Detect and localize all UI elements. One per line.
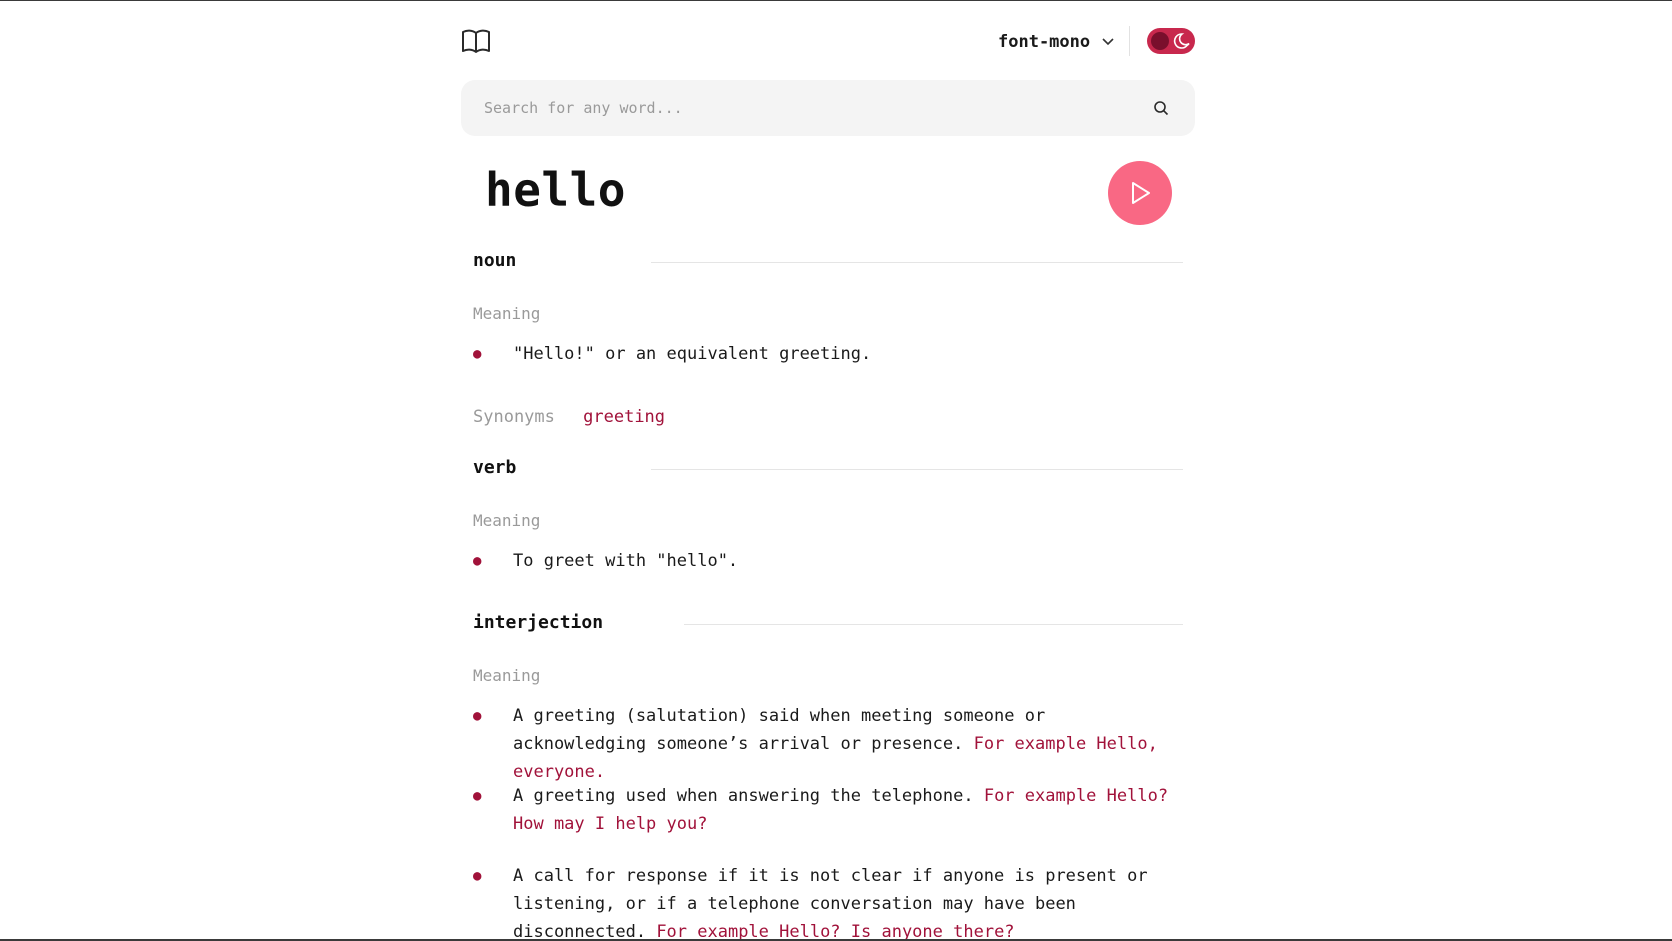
part-of-speech-verb: verb bbox=[473, 457, 1183, 483]
bullet-icon: ● bbox=[473, 346, 482, 362]
moon-icon bbox=[1173, 33, 1190, 49]
bullet-icon: ● bbox=[473, 788, 482, 804]
meaning-heading: Meaning bbox=[473, 304, 541, 323]
toggle-knob bbox=[1151, 32, 1169, 50]
font-selector[interactable]: font-mono bbox=[998, 28, 1114, 56]
part-of-speech-label: interjection bbox=[473, 612, 604, 633]
dictionary-page: font-mono hello noun Meaning ● bbox=[461, 0, 1195, 939]
definition-text: A greeting (salutation) said when meetin… bbox=[513, 702, 1173, 786]
part-of-speech-noun: noun bbox=[473, 250, 1183, 276]
part-of-speech-label: verb bbox=[473, 457, 517, 478]
meaning-heading: Meaning bbox=[473, 511, 541, 530]
meaning-heading: Meaning bbox=[473, 666, 541, 685]
part-of-speech-interjection: interjection bbox=[473, 612, 1183, 638]
definition-text: "Hello!" or an equivalent greeting. bbox=[513, 344, 872, 364]
synonym-link[interactable]: greeting bbox=[583, 407, 665, 427]
font-selector-label: font-mono bbox=[998, 32, 1091, 52]
section-divider bbox=[684, 624, 1183, 625]
header: font-mono bbox=[461, 22, 1195, 60]
definition-text: A call for response if it is not clear i… bbox=[513, 862, 1173, 939]
section-divider bbox=[651, 262, 1183, 263]
play-pronunciation-button[interactable] bbox=[1108, 161, 1172, 225]
bullet-icon: ● bbox=[473, 868, 482, 884]
word-title: hello bbox=[485, 163, 626, 217]
header-divider bbox=[1129, 26, 1130, 56]
search-input[interactable] bbox=[461, 80, 1141, 136]
search-icon[interactable] bbox=[1153, 100, 1169, 116]
bullet-icon: ● bbox=[473, 553, 482, 569]
bullet-icon: ● bbox=[473, 708, 482, 724]
chevron-down-icon bbox=[1102, 38, 1114, 46]
theme-toggle[interactable] bbox=[1147, 28, 1195, 54]
search-bar bbox=[461, 80, 1195, 136]
section-divider bbox=[651, 469, 1183, 470]
part-of-speech-label: noun bbox=[473, 250, 517, 271]
synonyms-row: Synonyms greeting bbox=[473, 407, 665, 427]
synonyms-label: Synonyms bbox=[473, 407, 555, 427]
definition-body: A greeting used when answering the telep… bbox=[513, 786, 974, 806]
definition-text: A greeting used when answering the telep… bbox=[513, 782, 1173, 838]
definition-body: A greeting (salutation) said when meetin… bbox=[513, 706, 1046, 754]
book-icon[interactable] bbox=[461, 26, 491, 56]
play-icon bbox=[1132, 182, 1150, 204]
definition-text: To greet with "hello". bbox=[513, 551, 739, 571]
definition-example: For example Hello? Is anyone there? bbox=[656, 922, 1015, 939]
